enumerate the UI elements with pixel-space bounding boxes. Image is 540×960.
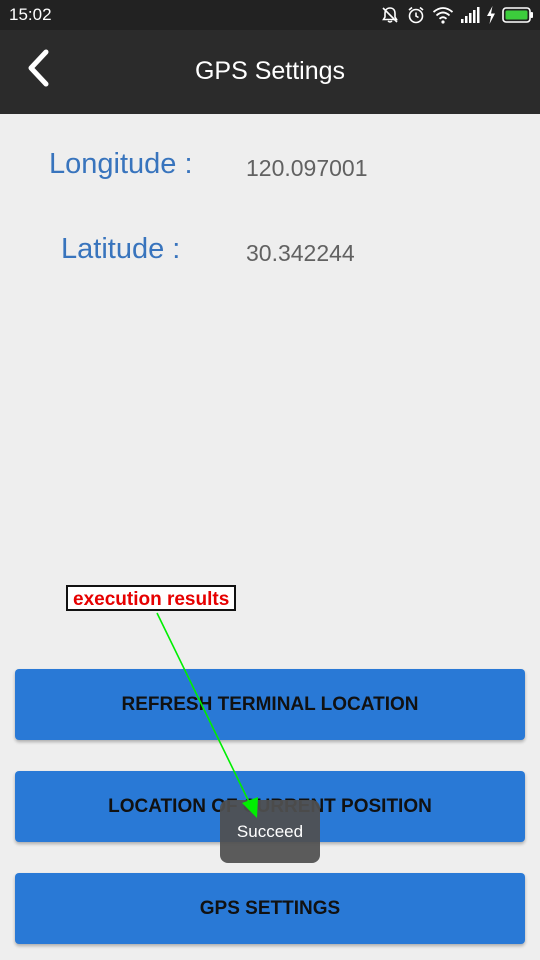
annotation-label: execution results	[66, 585, 237, 611]
silent-mode-icon	[380, 5, 400, 25]
longitude-label: Longitude :	[49, 148, 193, 180]
latitude-value: 30.342244	[246, 240, 355, 266]
toast-message: Succeed	[220, 800, 320, 863]
charging-icon	[486, 6, 496, 24]
status-bar: 15:02	[0, 0, 540, 30]
app-bar: GPS Settings	[0, 30, 540, 114]
latitude-label: Latitude :	[61, 233, 181, 265]
longitude-value: 120.097001	[246, 155, 368, 181]
alarm-icon	[406, 5, 426, 25]
refresh-terminal-location-button[interactable]: REFRESH TERMINAL LOCATION	[15, 669, 525, 740]
signal-icon	[460, 7, 480, 23]
page-title: GPS Settings	[194, 57, 346, 85]
wifi-icon	[432, 6, 454, 24]
gps-settings-button[interactable]: GPS SETTINGS	[15, 873, 525, 944]
status-time: 15:02	[9, 5, 52, 24]
status-icons	[380, 4, 534, 26]
battery-icon	[502, 7, 534, 23]
